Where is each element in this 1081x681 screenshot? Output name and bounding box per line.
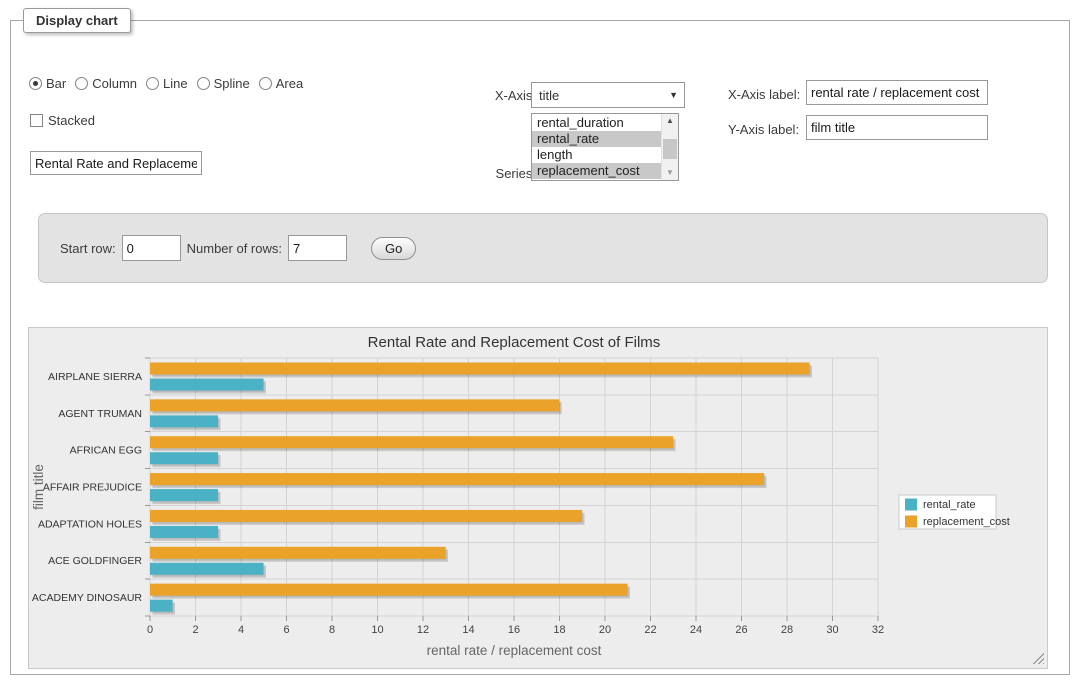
y-axis-label-input[interactable]: [806, 115, 988, 140]
category-label: AGENT TRUMAN: [58, 408, 142, 420]
fieldset-legend-text: Display chart: [36, 13, 118, 28]
y-axis-label-caption: Y-Axis label:: [728, 122, 799, 137]
bar-rental_rate: [150, 452, 218, 464]
x-tick-label: 6: [283, 624, 289, 636]
legend-swatch-rental_rate: [905, 499, 917, 511]
fieldset-legend: Display chart: [23, 8, 131, 33]
radio-icon[interactable]: [197, 77, 210, 90]
x-axis-label-input[interactable]: [806, 80, 988, 105]
series-listbox[interactable]: rental_durationrental_ratelengthreplacem…: [531, 113, 679, 181]
chart-title-input[interactable]: [30, 151, 202, 175]
bar-replacement_cost: [150, 584, 628, 596]
legend-label: rental_rate: [923, 499, 976, 511]
x-tick-label: 8: [329, 624, 335, 636]
x-tick-label: 20: [599, 624, 611, 636]
x-tick-label: 12: [417, 624, 429, 636]
radio-label: Bar: [46, 76, 66, 91]
x-tick-label: 26: [735, 624, 747, 636]
radio-label: Column: [92, 76, 137, 91]
chevron-down-icon: ▼: [669, 90, 678, 100]
scrollbar-thumb[interactable]: [663, 139, 677, 159]
chart-legend: rental_rate replacement_cost: [899, 495, 1010, 529]
bar-replacement_cost: [150, 473, 764, 485]
listbox-scrollbar[interactable]: ▲ ▼: [661, 114, 678, 180]
chart-type-radio-area[interactable]: Area: [259, 76, 303, 91]
chart-type-radio-spline[interactable]: Spline: [197, 76, 250, 91]
series-options: rental_durationrental_ratelengthreplacem…: [532, 114, 661, 180]
start-row-label: Start row:: [60, 241, 116, 256]
x-tick-label: 4: [238, 624, 244, 636]
x-axis-title: rental rate / replacement cost: [427, 643, 602, 658]
bar-replacement_cost: [150, 547, 446, 559]
x-tick-label: 16: [508, 624, 520, 636]
bar-replacement_cost: [150, 510, 582, 522]
x-tick-label: 14: [462, 624, 474, 636]
category-label: ACADEMY DINOSAUR: [32, 592, 142, 604]
bar-rental_rate: [150, 600, 173, 612]
category-label: ACE GOLDFINGER: [48, 555, 142, 567]
display-chart-fieldset: Display chart Bar Column Line Spline Area St…: [10, 8, 1070, 675]
category-label: ADAPTATION HOLES: [38, 518, 142, 530]
x-tick-label: 24: [690, 624, 702, 636]
radio-icon[interactable]: [259, 77, 272, 90]
bar-replacement_cost: [150, 363, 810, 375]
series-option-replacement_cost[interactable]: replacement_cost: [532, 163, 661, 179]
x-axis-label-caption: X-Axis label:: [728, 87, 800, 102]
stacked-checkbox[interactable]: [30, 114, 43, 127]
chart-type-radio-bar[interactable]: Bar: [29, 76, 66, 91]
radio-label: Area: [276, 76, 303, 91]
series-label: Series:: [481, 166, 536, 181]
bar-rental_rate: [150, 379, 264, 391]
x-axis-select[interactable]: title ▼: [531, 82, 685, 108]
chart-type-radio-column[interactable]: Column: [75, 76, 137, 91]
series-option-rental_duration[interactable]: rental_duration: [532, 115, 661, 131]
scrollbar-track[interactable]: [662, 128, 678, 166]
y-axis-title: film title: [31, 464, 46, 510]
stacked-label: Stacked: [48, 113, 95, 128]
bar-rental_rate: [150, 415, 218, 427]
category-label: AFFAIR PREJUDICE: [43, 482, 142, 494]
category-label: AIRPLANE SIERRA: [48, 371, 142, 383]
bar-chart: AIRPLANE SIERRA AGENT TRUMAN AFRICAN EGG AF…: [29, 328, 1047, 668]
radio-label: Line: [163, 76, 188, 91]
scroll-up-icon[interactable]: ▲: [662, 114, 678, 128]
row-range-panel: Start row: Number of rows: Go: [38, 213, 1048, 283]
bars: [150, 363, 812, 615]
bar-rental_rate: [150, 526, 218, 538]
bar-rental_rate: [150, 563, 264, 575]
radio-icon[interactable]: [29, 77, 42, 90]
x-tick-label: 18: [553, 624, 565, 636]
radio-label: Spline: [214, 76, 250, 91]
category-label: AFRICAN EGG: [70, 445, 142, 457]
x-tick-label: 10: [371, 624, 383, 636]
x-tick-label: 2: [192, 624, 198, 636]
go-button[interactable]: Go: [371, 237, 416, 260]
stacked-checkbox-row[interactable]: Stacked: [30, 113, 95, 128]
bar-replacement_cost: [150, 436, 673, 448]
bar-replacement_cost: [150, 399, 559, 411]
series-option-length[interactable]: length: [532, 147, 661, 163]
x-tick-label: 28: [781, 624, 793, 636]
x-tick-label: 0: [147, 624, 153, 636]
number-of-rows-label: Number of rows:: [187, 241, 282, 256]
radio-icon[interactable]: [75, 77, 88, 90]
x-tick-label: 22: [644, 624, 656, 636]
chart-title: Rental Rate and Replacement Cost of Film…: [368, 334, 661, 351]
bar-rental_rate: [150, 489, 218, 501]
start-row-input[interactable]: [122, 235, 181, 261]
legend-label: replacement_cost: [923, 516, 1010, 528]
series-option-rental_rate[interactable]: rental_rate: [532, 131, 661, 147]
x-axis-label: X-Axis:: [481, 88, 536, 103]
axis-ticks: [145, 358, 878, 621]
x-tick-label: 30: [826, 624, 838, 636]
chart-type-radio-line[interactable]: Line: [146, 76, 188, 91]
legend-swatch-replacement_cost: [905, 516, 917, 528]
chart-type-radio-group: Bar Column Line Spline Area: [29, 76, 312, 91]
chart-panel: AIRPLANE SIERRA AGENT TRUMAN AFRICAN EGG AF…: [28, 327, 1048, 669]
x-axis-selected-value: title: [539, 88, 559, 103]
radio-icon[interactable]: [146, 77, 159, 90]
scroll-down-icon[interactable]: ▼: [662, 166, 678, 180]
x-tick-label: 32: [872, 624, 884, 636]
number-of-rows-input[interactable]: [288, 235, 347, 261]
